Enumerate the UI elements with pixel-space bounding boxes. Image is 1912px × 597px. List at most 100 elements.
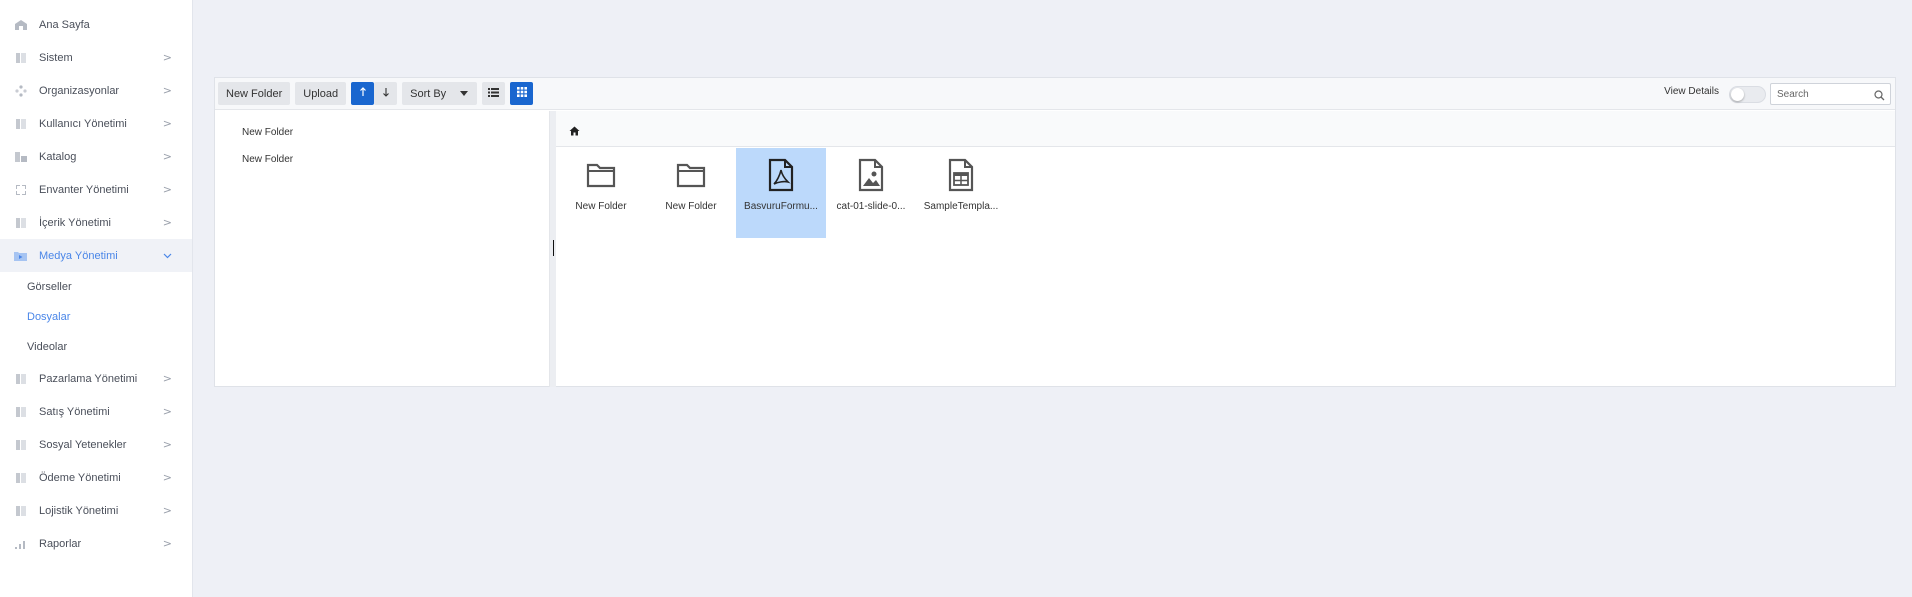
pdf-file-icon [765, 158, 797, 192]
media-folder-icon [13, 249, 28, 262]
home-icon [13, 18, 28, 31]
sidebar-subitem-videolar[interactable]: Videolar [0, 332, 192, 362]
sidebar-item-sistem[interactable]: Sistem > [0, 41, 192, 74]
reports-icon [13, 537, 28, 550]
chevron-right-icon: > [162, 150, 172, 163]
inventory-icon [13, 183, 28, 196]
sidebar-item-label: Sosyal Yetenekler [39, 438, 127, 451]
chevron-right-icon: > [162, 216, 172, 229]
folder-tree: New Folder New Folder [215, 111, 550, 387]
content-icon [13, 216, 28, 229]
organization-icon [13, 84, 28, 97]
users-icon [13, 117, 28, 130]
home-icon[interactable] [569, 123, 580, 141]
list-view-button[interactable] [482, 82, 506, 105]
sidebar-item-lojistik-yonetimi[interactable]: Lojistik Yönetimi > [0, 494, 192, 527]
sidebar-item-label: Raporlar [39, 537, 82, 550]
chevron-right-icon: > [162, 183, 172, 196]
file-item-selected[interactable]: BasvuruFormu... [736, 148, 826, 238]
search-icon[interactable] [1874, 88, 1885, 106]
file-name: New Folder [665, 201, 717, 212]
grid-view-button[interactable] [510, 82, 534, 105]
sidebar-item-label: Satış Yönetimi [39, 405, 110, 418]
sidebar: Ana Sayfa Sistem > Organizasyonlar > Kul… [0, 0, 193, 597]
file-manager-toolbar: New Folder Upload Sort By View Details S… [215, 78, 1895, 110]
chevron-right-icon: > [162, 438, 172, 451]
sidebar-item-sosyal-yetenekler[interactable]: Sosyal Yetenekler > [0, 428, 192, 461]
tree-item-new-folder[interactable]: New Folder [242, 154, 293, 165]
sidebar-item-label: Sistem [39, 51, 73, 64]
sidebar-item-label: Envanter Yönetimi [39, 183, 129, 196]
chevron-right-icon: > [162, 51, 172, 64]
sidebar-item-label: Lojistik Yönetimi [39, 504, 119, 517]
sidebar-item-label: İçerik Yönetimi [39, 216, 111, 229]
upload-button[interactable]: Upload [295, 82, 347, 105]
chevron-right-icon: > [162, 372, 172, 385]
chevron-right-icon: > [162, 471, 172, 484]
spreadsheet-file-icon [945, 158, 977, 192]
sidebar-item-label: Kullanıcı Yönetimi [39, 117, 127, 130]
text-cursor [553, 240, 554, 256]
chevron-down-icon [163, 249, 172, 262]
sidebar-item-ana-sayfa[interactable]: Ana Sayfa [0, 8, 192, 41]
sidebar-item-label: Pazarlama Yönetimi [39, 372, 138, 385]
sidebar-item-label: Organizasyonlar [39, 84, 120, 97]
sidebar-subitem-gorseller[interactable]: Görseller [0, 272, 192, 302]
sidebar-subitem-dosyalar[interactable]: Dosyalar [0, 302, 192, 332]
list-view-icon [488, 87, 500, 100]
file-name: New Folder [575, 201, 627, 212]
view-details-toggle[interactable] [1729, 86, 1766, 103]
arrow-up-icon [359, 87, 367, 100]
chevron-right-icon: > [162, 84, 172, 97]
sidebar-item-raporlar[interactable]: Raporlar > [0, 527, 192, 560]
system-icon [13, 51, 28, 64]
file-name: cat-01-slide-0... [836, 201, 906, 212]
sidebar-item-label: Medya Yönetimi [39, 249, 118, 262]
tree-item-new-folder[interactable]: New Folder [242, 127, 293, 138]
sort-descending-button[interactable] [374, 82, 398, 105]
search-box [1770, 83, 1891, 105]
sidebar-item-satis-yonetimi[interactable]: Satış Yönetimi > [0, 395, 192, 428]
file-item[interactable]: SampleTempla... [916, 148, 1006, 238]
sidebar-item-medya-yonetimi[interactable]: Medya Yönetimi [0, 239, 192, 272]
chevron-right-icon: > [162, 117, 172, 130]
marketing-icon [13, 372, 28, 385]
sort-ascending-button[interactable] [351, 82, 375, 105]
sort-by-dropdown[interactable]: Sort By [402, 82, 478, 105]
sidebar-item-label: Ana Sayfa [39, 18, 90, 31]
sidebar-item-pazarlama-yonetimi[interactable]: Pazarlama Yönetimi > [0, 362, 192, 395]
image-file-icon [855, 158, 887, 192]
file-name: BasvuruFormu... [744, 201, 818, 212]
payment-icon [13, 471, 28, 484]
logistics-icon [13, 504, 28, 517]
new-folder-button[interactable]: New Folder [218, 82, 291, 105]
file-item[interactable]: New Folder [556, 148, 646, 238]
file-content-area: New Folder New Folder BasvuruFormu... ca… [556, 111, 1895, 387]
folder-icon [675, 158, 707, 192]
grid-view-icon [516, 87, 527, 100]
sidebar-item-kullanici-yonetimi[interactable]: Kullanıcı Yönetimi > [0, 107, 192, 140]
catalog-icon [13, 150, 28, 163]
breadcrumb [556, 111, 1895, 147]
sidebar-item-envanter-yonetimi[interactable]: Envanter Yönetimi > [0, 173, 192, 206]
sidebar-item-katalog[interactable]: Katalog > [0, 140, 192, 173]
sort-by-label: Sort By [410, 87, 447, 100]
sidebar-item-organizasyonlar[interactable]: Organizasyonlar > [0, 74, 192, 107]
chevron-right-icon: > [162, 504, 172, 517]
toggle-knob [1731, 88, 1744, 101]
sidebar-item-odeme-yonetimi[interactable]: Ödeme Yönetimi > [0, 461, 192, 494]
arrow-down-icon [382, 87, 390, 100]
sales-icon [13, 405, 28, 418]
sidebar-item-label: Ödeme Yönetimi [39, 471, 121, 484]
chevron-right-icon: > [162, 405, 172, 418]
sidebar-item-label: Katalog [39, 150, 77, 163]
file-item[interactable]: New Folder [646, 148, 736, 238]
view-details-label: View Details [1664, 86, 1719, 97]
folder-icon [585, 158, 617, 192]
file-item[interactable]: cat-01-slide-0... [826, 148, 916, 238]
file-manager: New Folder Upload Sort By View Details S… [214, 77, 1896, 387]
search-input[interactable] [1777, 88, 1867, 100]
file-name: SampleTempla... [923, 201, 999, 212]
caret-down-icon [460, 89, 469, 98]
sidebar-item-icerik-yonetimi[interactable]: İçerik Yönetimi > [0, 206, 192, 239]
